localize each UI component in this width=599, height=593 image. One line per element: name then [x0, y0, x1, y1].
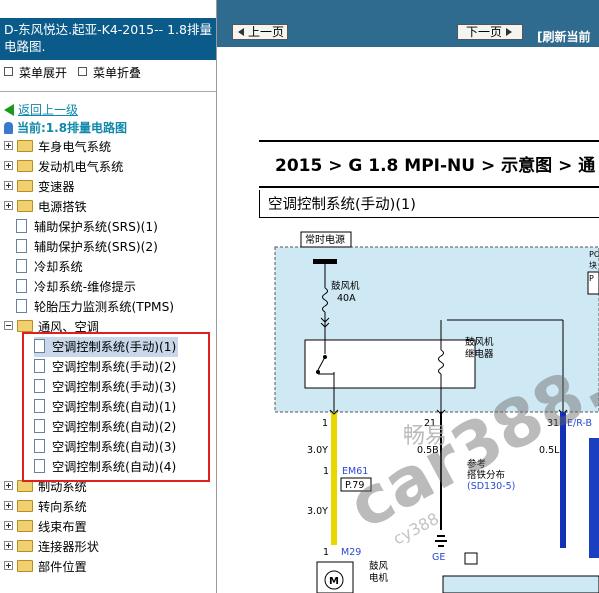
folder-icon	[17, 200, 33, 212]
location-icon	[4, 122, 13, 134]
wiring-diagram: 常时电源 鼓风机 40A 鼓风机 继电器 1 21 31 E/R-B 3.0Y …	[274, 231, 599, 593]
tree-item[interactable]: 冷却系统	[16, 257, 83, 277]
tree-item[interactable]: 发动机电气系统	[4, 157, 123, 177]
power-label: 常时电源	[305, 233, 345, 246]
ground-label: GE	[432, 552, 445, 563]
wire-label: 3.0Y	[307, 445, 328, 456]
corner-label: 块	[589, 260, 597, 270]
expand-icon[interactable]	[4, 161, 13, 170]
tree-item[interactable]: 辅助保护系统(SRS)(2)	[16, 237, 158, 257]
folder-icon	[17, 520, 33, 532]
document-icon	[16, 239, 27, 253]
navigation-panel: D-东风悦达.起亚-K4-2015-- 1.8排量电路图. 菜单展开 菜单折叠 …	[0, 0, 217, 593]
document-icon	[16, 259, 27, 273]
folder-icon	[17, 540, 33, 552]
power-bus	[313, 259, 337, 264]
folder-icon	[17, 180, 33, 192]
folder-icon	[17, 140, 33, 152]
folder-icon	[17, 500, 33, 512]
back-link[interactable]: 返回上一级	[4, 101, 78, 119]
corner-label: P	[589, 274, 594, 283]
motor-letter: M	[329, 576, 339, 587]
tree-item[interactable]: 线束布置	[4, 517, 87, 537]
document-icon	[16, 279, 27, 293]
collapse-icon[interactable]	[4, 321, 13, 330]
blower-motor-label: 鼓风	[369, 560, 389, 572]
expand-icon[interactable]	[4, 201, 13, 210]
square-icon	[78, 67, 87, 76]
square-icon	[4, 67, 13, 76]
tree-item[interactable]: 车身电气系统	[4, 137, 111, 157]
expand-icon[interactable]	[4, 481, 13, 490]
relay-name-2: 继电器	[465, 348, 494, 360]
divider	[0, 91, 216, 92]
blower-motor-label: 电机	[369, 572, 389, 584]
folder-icon	[17, 160, 33, 172]
folder-icon	[17, 560, 33, 572]
highlight-box	[22, 332, 210, 482]
menu-controls: 菜单展开 菜单折叠	[0, 64, 216, 82]
blue-component	[589, 438, 599, 558]
fuse-rating: 40A	[337, 293, 356, 304]
expand-icon[interactable]	[4, 501, 13, 510]
fuse-name: 鼓风机	[331, 280, 360, 292]
expand-icon[interactable]	[4, 141, 13, 150]
pin-label: 1	[323, 466, 329, 477]
tree-item[interactable]: 轮胎压力监测系统(TPMS)	[16, 297, 174, 317]
pin-label: 1	[323, 547, 329, 558]
expand-icon[interactable]	[4, 561, 13, 570]
tree-item[interactable]: 冷却系统-维修提示	[16, 277, 136, 297]
relay-contact	[316, 370, 320, 374]
tree-item[interactable]: 电源搭铁	[4, 197, 87, 217]
tree-item[interactable]: 转向系统	[4, 497, 87, 517]
document-icon	[16, 219, 27, 233]
relay-name-1: 鼓风机	[465, 336, 494, 348]
connector-label: M29	[341, 547, 361, 558]
current-location: 当前:1.8排量电路图	[4, 119, 127, 137]
back-arrow-icon	[4, 104, 14, 116]
expand-icon[interactable]	[4, 521, 13, 530]
pin-label: 1	[322, 418, 328, 429]
expand-icon[interactable]	[4, 541, 13, 550]
tree-item[interactable]: 部件位置	[4, 557, 87, 577]
folder-open-icon	[17, 320, 33, 332]
wire-label: 3.0Y	[307, 506, 328, 517]
corner-label: PO	[589, 250, 599, 259]
collapse-menu-button[interactable]: 菜单折叠	[78, 64, 141, 82]
expand-menu-button[interactable]: 菜单展开	[4, 64, 67, 82]
tree-item[interactable]: 连接器形状	[4, 537, 99, 557]
document-title: D-东风悦达.起亚-K4-2015-- 1.8排量电路图.	[0, 18, 216, 60]
tree-item[interactable]: 辅助保护系统(SRS)(1)	[16, 217, 158, 237]
diagram-viewer: 上一页 下一页 [刷新当前 2015 > G 1.8 MPI-NU > 示意图 …	[217, 0, 599, 593]
relay-box	[304, 339, 476, 389]
document-icon	[16, 299, 27, 313]
watermark-text: 畅易	[403, 424, 448, 449]
tree-item[interactable]: 变速器	[4, 177, 75, 197]
lower-component-area	[442, 575, 599, 593]
ground-box	[464, 552, 478, 565]
expand-icon[interactable]	[4, 181, 13, 190]
